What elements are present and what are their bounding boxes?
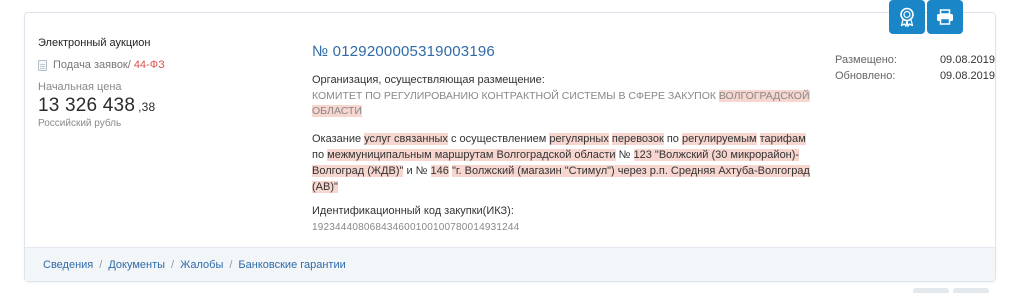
date-placed-label: Размещено: [835, 54, 897, 66]
award-icon [900, 7, 914, 27]
subject-highlight: регулярных [549, 133, 609, 145]
price-label: Начальная цена [38, 81, 122, 93]
date-updated-row: Обновлено: 09.08.2019 [835, 70, 995, 82]
award-button[interactable] [889, 0, 925, 34]
org-name-text: КОМИТЕТ ПО РЕГУЛИРОВАНИЮ КОНТРАКТНОЙ СИС… [312, 90, 719, 102]
ikz-value: 192344408068434600100100780014931244 [312, 222, 520, 233]
org-name-highlight: ВОЛГОГРАДСКОЙ [718, 90, 810, 102]
date-placed-value: 09.08.2019 [939, 54, 995, 66]
print-button[interactable] [927, 0, 963, 34]
footer-link-bank-guarantees[interactable]: Банковские гарантии [238, 259, 345, 271]
next-card-button-edge [913, 288, 949, 293]
footer-separator: / [171, 258, 175, 271]
subject-highlight: 146 [430, 165, 449, 177]
subject-highlight: тарифам [759, 133, 806, 145]
price-value: 13 326 438,38 [38, 95, 278, 117]
footer-separator: / [99, 258, 103, 271]
date-updated-label: Обновлено: [835, 70, 896, 82]
subject-text: по [663, 133, 682, 145]
procurement-status: Подача заявок / 44-ФЗ [38, 59, 278, 71]
subject-text: № [615, 149, 634, 161]
subject-highlight: перевозок [611, 133, 664, 145]
status-label: Подача заявок [53, 59, 128, 71]
document-icon [38, 59, 47, 71]
organization-name: КОМИТЕТ ПО РЕГУЛИРОВАНИЮ КОНТРАКТНОЙ СИС… [312, 89, 812, 119]
subject-text: по [312, 149, 328, 161]
price-fraction: ,38 [138, 100, 156, 114]
procurement-summary: Электронный аукцион Подача заявок / 44-Ф… [38, 37, 278, 129]
footer-link-complaints[interactable]: Жалобы [180, 259, 223, 271]
printer-icon [937, 9, 953, 25]
subject-text: с осуществлением [447, 133, 550, 145]
registry-number-link[interactable]: № 0129200005319003196 [312, 43, 495, 60]
organization-label: Организация, осуществляющая размещение: [312, 74, 545, 86]
procurement-card: Электронный аукцион Подача заявок / 44-Ф… [24, 12, 996, 282]
date-updated-value: 09.08.2019 [939, 70, 995, 82]
law-badge: 44-ФЗ [133, 59, 165, 71]
currency: Российский рубль [38, 118, 122, 129]
footer-separator: / [229, 258, 233, 271]
subject-highlight: регулируемым [681, 133, 757, 145]
org-name-highlight: ОБЛАСТИ [312, 105, 362, 117]
next-card-button-edge [953, 288, 989, 293]
procurement-dates: Размещено: 09.08.2019 Обновлено: 09.08.2… [835, 54, 995, 86]
subject-highlight: услуг связанных [364, 133, 448, 145]
subject-text: и № [403, 165, 431, 177]
card-footer-nav: Сведения / Документы / Жалобы / Банковск… [25, 247, 995, 281]
status-separator: / [127, 59, 131, 71]
footer-link-documents[interactable]: Документы [108, 259, 165, 271]
footer-link-info[interactable]: Сведения [43, 259, 93, 271]
procurement-subject: Оказание услуг связанных с осуществление… [312, 131, 812, 195]
procurement-details: № 0129200005319003196 Организация, осуще… [312, 43, 812, 233]
subject-highlight: межмуниципальным маршрутам Волгоградской… [327, 149, 616, 161]
procurement-type: Электронный аукцион [38, 37, 151, 49]
date-placed-row: Размещено: 09.08.2019 [835, 54, 995, 66]
ikz-label: Идентификационный код закупки(ИКЗ): [312, 205, 514, 217]
price-main: 13 326 438 [38, 95, 136, 116]
subject-text: Оказание [312, 133, 365, 145]
